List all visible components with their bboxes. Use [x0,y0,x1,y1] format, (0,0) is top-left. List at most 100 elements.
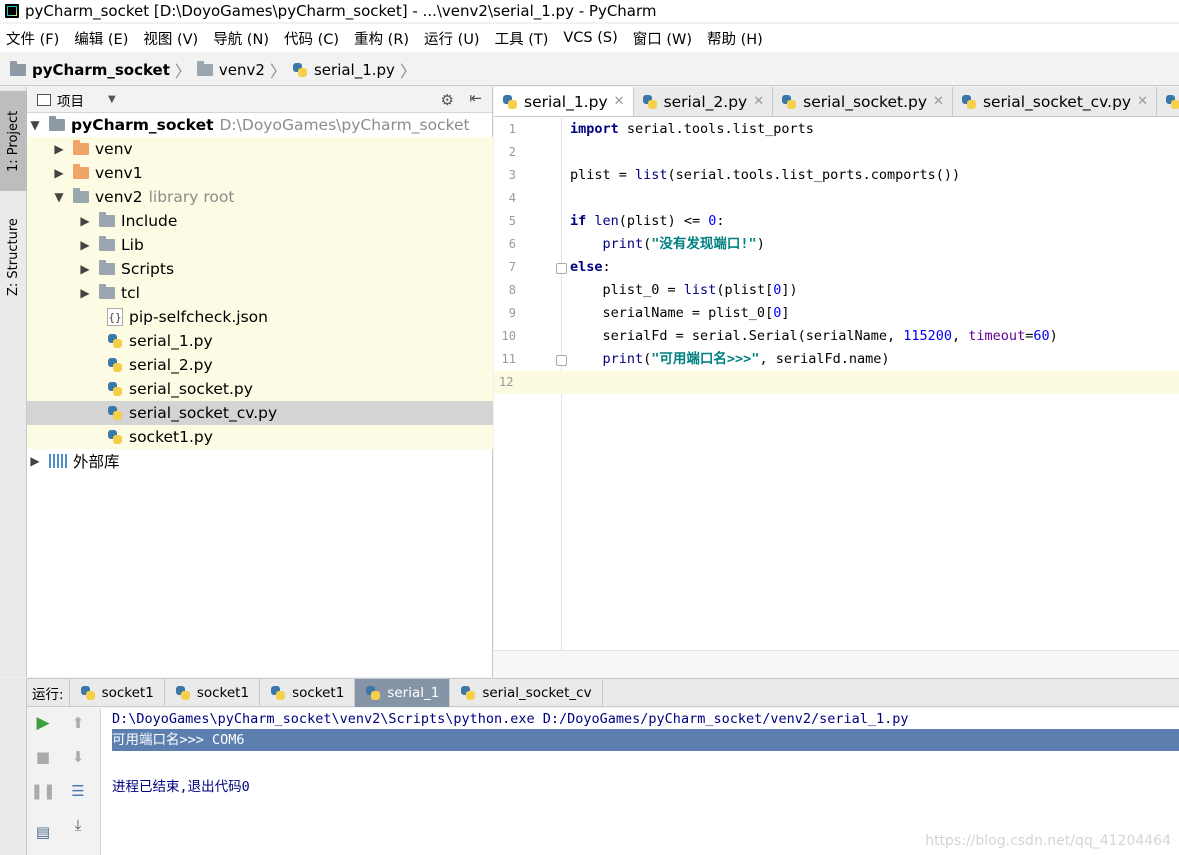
menu-window[interactable]: 窗口 (W) [633,28,692,49]
python-file-icon [460,685,476,701]
console-line: 可用端口名>>> COM6 [112,729,1179,751]
tab-socket1-partial[interactable]: so [1157,87,1179,116]
stop-icon[interactable]: ■ [32,746,54,768]
line-number: 3 [508,168,516,182]
arrow-down-icon[interactable]: ⬇ [67,746,89,768]
bottom-left-strip [0,678,27,855]
soft-wrap-icon[interactable]: ☰ [67,780,89,802]
chevron-right-icon[interactable]: ▶ [77,286,93,300]
tool-window-strip: 1: Project Z: Structure [0,87,27,677]
tree-root[interactable]: ▼ pyCharm_socket D:\DoyoGames\pyCharm_so… [27,113,493,137]
chevron-right-icon[interactable]: ▶ [77,214,93,228]
breadcrumb-file[interactable]: serial_1.py [292,61,395,79]
menu-tools[interactable]: 工具 (T) [495,28,549,49]
menu-file[interactable]: 文件 (F) [6,28,59,49]
chevron-right-icon[interactable]: ▶ [27,454,43,468]
tree-item-lib[interactable]: ▶ Lib [27,233,493,257]
line-number: 5 [508,214,516,228]
menu-help[interactable]: 帮助 (H) [707,28,763,49]
hide-panel-icon[interactable]: ⇤ [469,89,482,107]
close-icon[interactable]: ✕ [933,94,944,109]
breadcrumb-folder[interactable]: venv2 [196,60,265,79]
code-editor: serial_1.py ✕ serial_2.py ✕ serial_socke… [494,87,1179,677]
line-number: 2 [508,145,516,159]
tree-item-serial-2[interactable]: serial_2.py [27,353,493,377]
close-icon[interactable]: ✕ [1137,94,1148,109]
project-panel: 项目 ▼ ⚙ ⇤ ▼ pyCharm_socket D:\DoyoGames\p… [27,87,493,677]
tree-item-scripts[interactable]: ▶ Scripts [27,257,493,281]
tree-item-socket1[interactable]: socket1.py [27,425,493,449]
python-file-icon [175,685,191,701]
close-icon[interactable]: ✕ [614,94,625,109]
window-title: pyCharm_socket [D:\DoyoGames\pyCharm_soc… [25,2,657,20]
tab-serial-1[interactable]: serial_1.py ✕ [494,87,634,116]
chevron-right-icon: 〉 [174,61,191,81]
folder-icon [99,260,115,275]
folder-icon [10,60,26,76]
gear-icon[interactable]: ⚙ [441,91,454,109]
folder-icon [73,188,89,203]
tool-tab-project[interactable]: 1: Project [0,91,27,191]
current-line [562,371,1179,394]
tree-item-venv[interactable]: ▶ venv [27,137,493,161]
tab-serial-2[interactable]: serial_2.py ✕ [634,87,774,116]
run-console[interactable]: D:\DoyoGames\pyCharm_socket\venv2\Script… [101,708,1179,855]
run-label: 运行: [32,686,64,703]
tree-item-tcl[interactable]: ▶ tcl [27,281,493,305]
tab-serial-socket[interactable]: serial_socket.py ✕ [773,87,953,116]
breadcrumb: pyCharm_socket 〉 venv2 〉 serial_1.py 〉 [0,54,1179,86]
dropdown-icon[interactable]: ▼ [108,94,116,105]
layout-icon[interactable]: ▤ [32,821,54,843]
run-tab-serial-1[interactable]: serial_1 [354,678,450,707]
menu-navigate[interactable]: 导航 (N) [213,28,269,49]
line-number: 9 [508,306,516,320]
python-file-icon [292,62,308,78]
close-icon[interactable]: ✕ [753,94,764,109]
project-panel-title[interactable]: 项目 [57,90,84,110]
menu-edit[interactable]: 编辑 (E) [74,28,128,49]
tree-item-serial-socket-cv[interactable]: serial_socket_cv.py [27,401,493,425]
menu-view[interactable]: 视图 (V) [143,28,198,49]
code-line: serialFd = serial.Serial(serialName, 115… [570,328,1058,344]
scroll-to-end-icon[interactable]: ⤓ [67,814,89,836]
editor-tabs: serial_1.py ✕ serial_2.py ✕ serial_socke… [494,87,1179,117]
tree-item-serial-socket[interactable]: serial_socket.py [27,377,493,401]
python-file-icon [107,357,123,373]
tree-item-external-libs[interactable]: ▶ 外部库 [27,449,493,473]
folder-icon [73,164,89,179]
editor-footer [494,650,1179,677]
json-file-icon: {} [107,308,123,326]
python-file-icon [107,405,123,421]
tree-item-include[interactable]: ▶ Include [27,209,493,233]
tree-item-pip-json[interactable]: {} pip-selfcheck.json [27,305,493,329]
pause-icon[interactable]: ❚❚ [30,780,55,802]
tab-serial-socket-cv[interactable]: serial_socket_cv.py ✕ [953,87,1157,116]
menu-refactor[interactable]: 重构 (R) [354,28,409,49]
run-tab-serial-socket-cv[interactable]: serial_socket_cv [449,678,603,707]
run-toolbar: ▶ ⬆ ■ ⬇ ❚❚ ☰ ▤ ⤓ [27,708,101,855]
chevron-right-icon[interactable]: ▶ [51,166,67,180]
run-tab-socket1[interactable]: socket1 [163,678,259,707]
run-tab-socket1[interactable]: socket1 [68,678,164,707]
arrow-up-icon[interactable]: ⬆ [67,712,89,734]
python-file-icon [1165,94,1179,110]
tool-tab-structure[interactable]: Z: Structure [0,207,27,307]
tree-item-venv2[interactable]: ▼ venv2 library root [27,185,493,209]
menu-code[interactable]: 代码 (C) [284,28,339,49]
breadcrumb-project[interactable]: pyCharm_socket [10,60,170,79]
menu-vcs[interactable]: VCS (S) [563,30,617,46]
tree-item-venv1[interactable]: ▶ venv1 [27,161,493,185]
run-tab-bar: 运行: socket1 socket1 socket1 serial_1 ser… [27,678,1179,707]
chevron-right-icon[interactable]: ▶ [77,262,93,276]
code-area[interactable]: import serial.tools.list_ports plist = l… [562,118,1179,650]
tree-item-serial-1[interactable]: serial_1.py [27,329,493,353]
line-number: 11 [501,352,516,366]
line-number: 12 [494,371,562,394]
menu-run[interactable]: 运行 (U) [424,28,480,49]
chevron-down-icon[interactable]: ▼ [27,118,43,132]
chevron-down-icon[interactable]: ▼ [51,190,67,204]
rerun-icon[interactable]: ▶ [32,712,54,734]
run-tab-socket1[interactable]: socket1 [259,678,354,707]
chevron-right-icon[interactable]: ▶ [51,142,67,156]
chevron-right-icon[interactable]: ▶ [77,238,93,252]
